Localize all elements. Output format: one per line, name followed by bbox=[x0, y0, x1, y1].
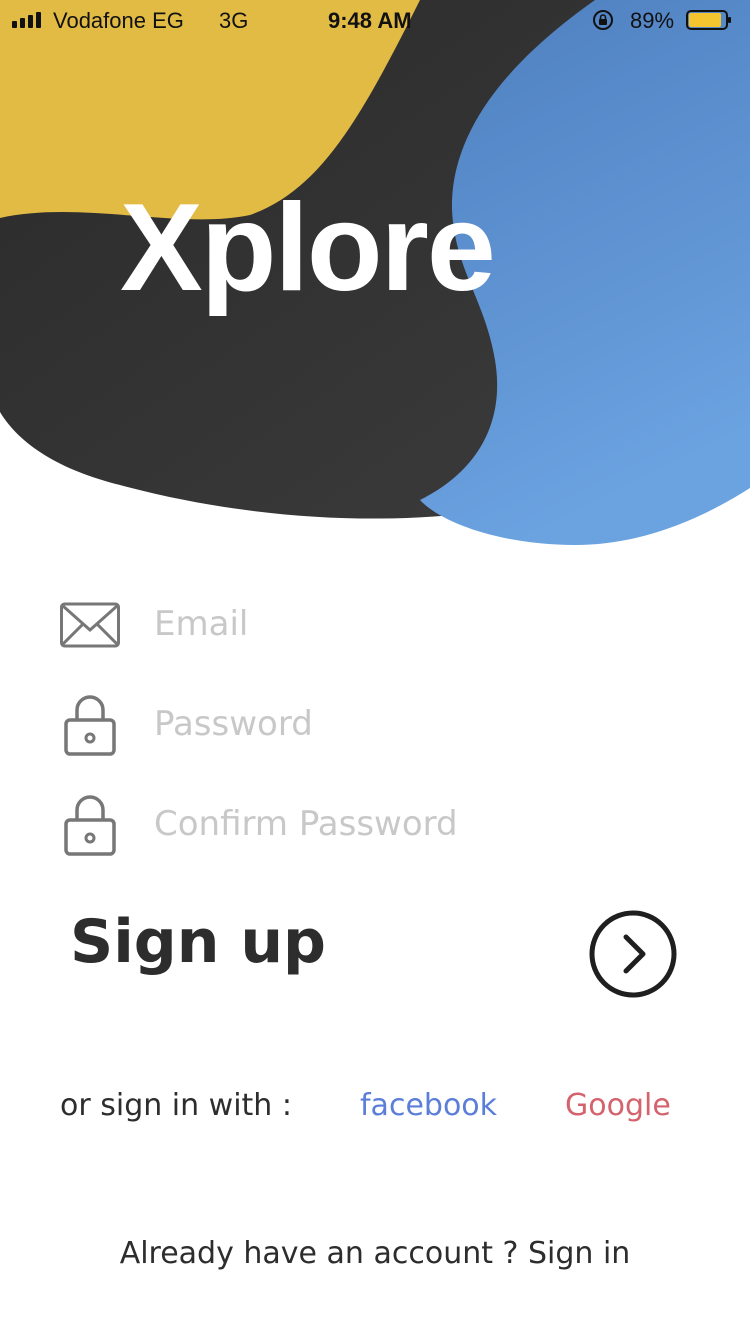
password-field-row bbox=[60, 690, 700, 760]
social-signin-label: or sign in with : bbox=[60, 1088, 292, 1123]
signin-link[interactable]: Already have an account ? Sign in bbox=[0, 1236, 750, 1272]
lock-icon bbox=[64, 795, 116, 856]
facebook-signin-link[interactable]: facebook bbox=[360, 1088, 497, 1124]
battery-percent: 89% bbox=[630, 8, 675, 33]
password-field[interactable] bbox=[154, 698, 674, 750]
network-type: 3G bbox=[219, 8, 249, 33]
rotation-lock-icon bbox=[593, 10, 613, 30]
chevron-right-icon bbox=[623, 934, 646, 974]
clock: 9:48 AM bbox=[328, 8, 412, 33]
signup-title: Sign up bbox=[70, 907, 326, 977]
email-field[interactable] bbox=[154, 598, 674, 650]
app-logo: Xplore bbox=[120, 179, 496, 317]
confirm-password-field-row bbox=[60, 790, 700, 860]
status-bar: Vodafone EG 3G 9:48 AM 89% bbox=[0, 0, 750, 40]
mail-icon bbox=[60, 602, 120, 648]
carrier-name: Vodafone EG bbox=[53, 8, 184, 33]
signup-submit-button[interactable] bbox=[588, 909, 678, 999]
lock-icon bbox=[64, 695, 116, 756]
google-signin-link[interactable]: Google bbox=[565, 1088, 671, 1124]
email-field-row bbox=[60, 590, 700, 660]
battery-icon bbox=[686, 10, 731, 30]
signal-bars-icon bbox=[12, 12, 41, 28]
confirm-password-field[interactable] bbox=[154, 798, 674, 850]
